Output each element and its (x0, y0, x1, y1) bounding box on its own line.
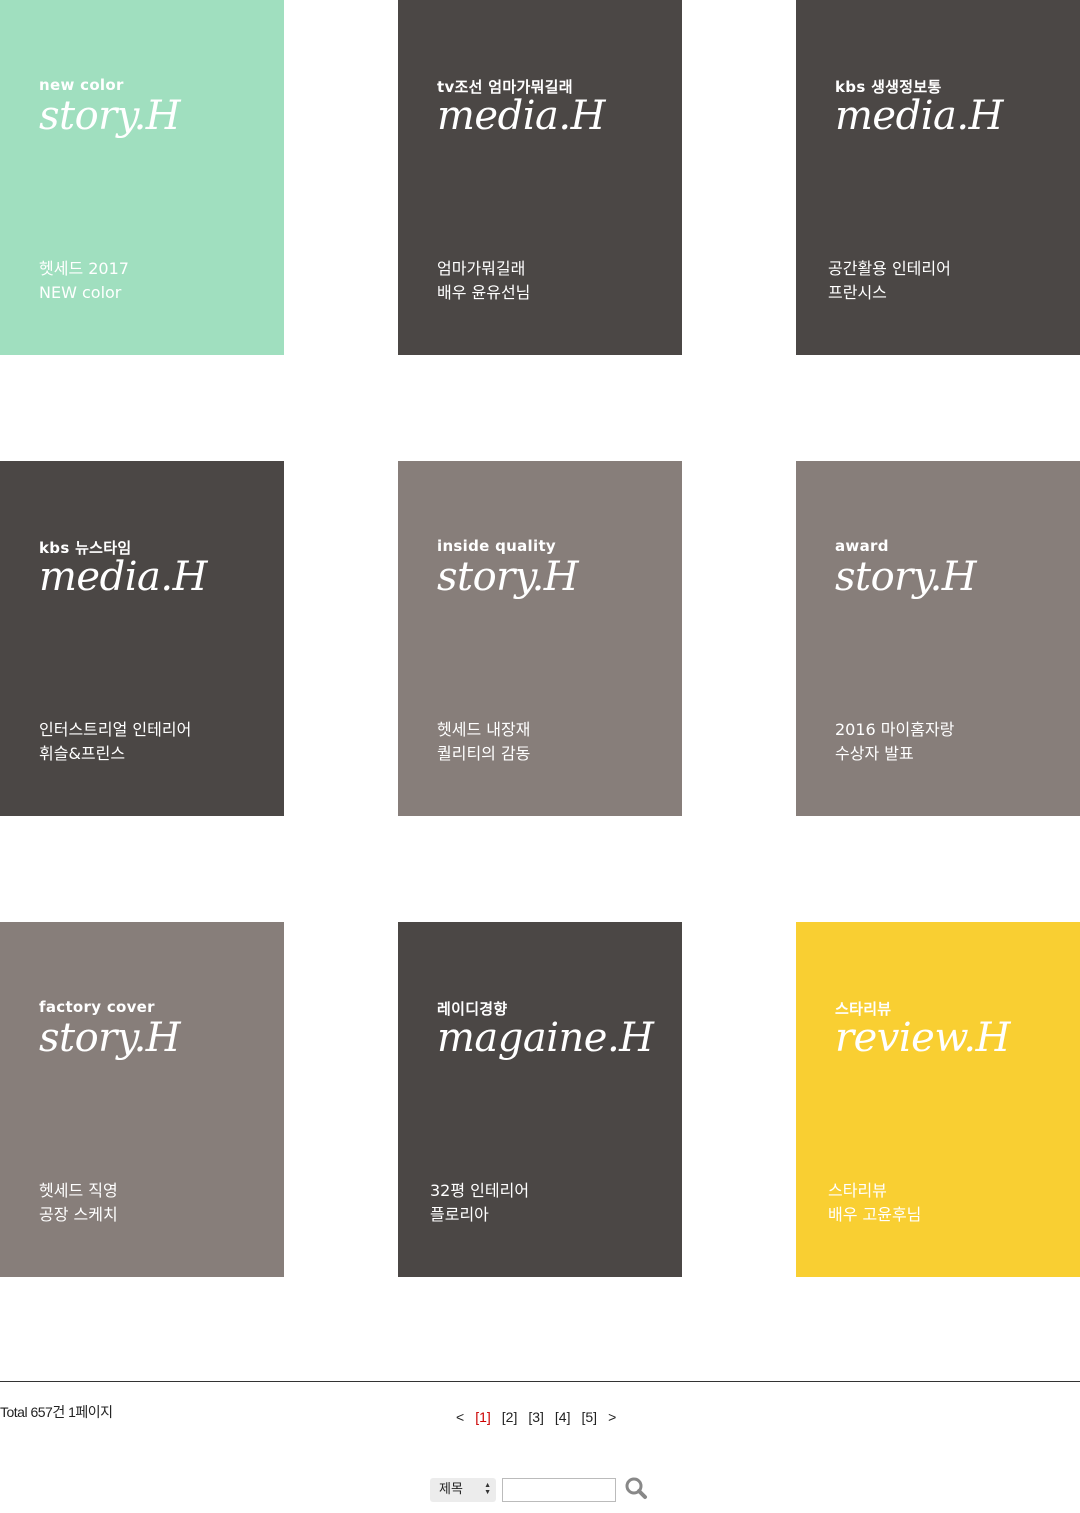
card-category: factory cover (39, 998, 155, 1016)
card-desc-line2: 퀄리티의 감동 (437, 744, 531, 763)
card-script-title: media.H (39, 554, 207, 600)
card-description: 헷세드 내장재 퀄리티의 감동 (437, 718, 530, 766)
card-desc-line1: 공간활용 인테리어 (828, 259, 951, 278)
card-6[interactable]: award story.H 2016 마이홈자랑 수상자 발표 (796, 461, 1080, 816)
card-desc-line2: 프란시스 (828, 283, 887, 302)
search-icon (625, 1477, 647, 1499)
search-button[interactable] (624, 1476, 652, 1504)
total-count: Total 657건 1페이지 (0, 1404, 113, 1420)
card-script-title: media.H (437, 93, 605, 139)
card-script-title: story.H (835, 554, 977, 600)
card-5[interactable]: inside quality story.H 헷세드 내장재 퀄리티의 감동 (398, 461, 682, 816)
page-link-2[interactable]: [2] (502, 1409, 518, 1425)
card-script-title: story.H (437, 554, 579, 600)
card-desc-line2: 휘슬&프린스 (39, 744, 126, 763)
card-1[interactable]: new color story.H 헷세드 2017 NEW color (0, 0, 284, 355)
page-link-3[interactable]: [3] (528, 1409, 544, 1425)
next-page-link[interactable]: > (608, 1409, 616, 1425)
card-desc-line1: 헷세드 내장재 (437, 720, 531, 739)
card-desc-line2: 수상자 발표 (835, 744, 914, 763)
card-desc-line1: 헷세드 직영 (39, 1181, 118, 1200)
card-desc-line1: 헷세드 2017 (39, 259, 129, 278)
search-field-select-value: 제목 (439, 1481, 463, 1496)
card-7[interactable]: factory cover story.H 헷세드 직영 공장 스케치 (0, 922, 284, 1277)
card-script-title: magaine.H (437, 1015, 654, 1061)
card-3[interactable]: kbs 생생정보통 media.H 공간활용 인테리어 프란시스 (796, 0, 1080, 355)
card-script-title: review.H (835, 1015, 1010, 1061)
card-category: new color (39, 76, 124, 94)
card-description: 헷세드 직영 공장 스케치 (39, 1179, 118, 1227)
card-desc-line1: 스타리뷰 (828, 1181, 887, 1200)
search-field-select[interactable]: 제목 ▲ ▼ (430, 1478, 496, 1502)
card-desc-line2: NEW color (39, 283, 122, 302)
page-link-5[interactable]: [5] (582, 1409, 598, 1425)
card-script-title: story.H (39, 1015, 181, 1061)
card-category: inside quality (437, 537, 556, 555)
search-bar: 제목 ▲ ▼ (430, 1476, 652, 1504)
card-desc-line1: 2016 마이홈자랑 (835, 720, 955, 739)
page-link-1[interactable]: [1] (475, 1409, 491, 1425)
card-description: 엄마가뭐길래 배우 윤유선님 (437, 257, 530, 305)
card-desc-line2: 공장 스케치 (39, 1205, 118, 1224)
search-input[interactable] (502, 1478, 616, 1502)
card-description: 인터스트리얼 인테리어 휘슬&프린스 (39, 718, 191, 766)
card-desc-line1: 인터스트리얼 인테리어 (39, 720, 192, 739)
card-desc-line1: 엄마가뭐길래 (437, 259, 526, 278)
card-category: award (835, 537, 889, 555)
card-description: 32평 인테리어 플로리아 (430, 1179, 529, 1227)
card-2[interactable]: tv조선 엄마가뭐길래 media.H 엄마가뭐길래 배우 윤유선님 (398, 0, 682, 355)
page-link-4[interactable]: [4] (555, 1409, 571, 1425)
select-arrows-icon: ▲ ▼ (484, 1482, 491, 1496)
card-description: 공간활용 인테리어 프란시스 (828, 257, 951, 305)
card-script-title: media.H (835, 93, 1003, 139)
card-9[interactable]: 스타리뷰 review.H 스타리뷰 배우 고윤후님 (796, 922, 1080, 1277)
card-4[interactable]: kbs 뉴스타임 media.H 인터스트리얼 인테리어 휘슬&프린스 (0, 461, 284, 816)
card-desc-line1: 32평 인테리어 (430, 1181, 530, 1200)
pagination: < [1] [2] [3] [4] [5] > (456, 1409, 616, 1425)
prev-page-link[interactable]: < (456, 1409, 464, 1425)
card-desc-line2: 배우 윤유선님 (437, 283, 531, 302)
card-description: 2016 마이홈자랑 수상자 발표 (835, 718, 954, 766)
card-desc-line2: 배우 고윤후님 (828, 1205, 922, 1224)
card-script-title: story.H (39, 93, 181, 139)
card-8[interactable]: 레이디경향 magaine.H 32평 인테리어 플로리아 (398, 922, 682, 1277)
card-description: 스타리뷰 배우 고윤후님 (828, 1179, 921, 1227)
card-desc-line2: 플로리아 (430, 1205, 489, 1224)
footer-divider (0, 1381, 1080, 1382)
card-description: 헷세드 2017 NEW color (39, 257, 129, 305)
